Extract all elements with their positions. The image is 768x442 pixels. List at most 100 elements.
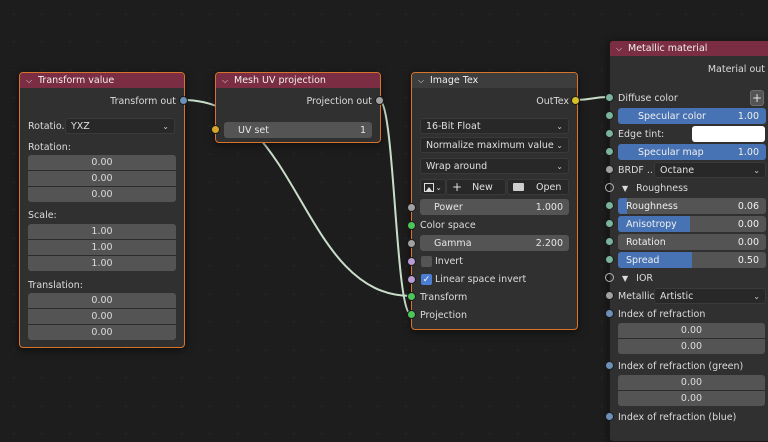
ior-green-label: Index of refraction (green) xyxy=(618,360,744,372)
output-label: Projection out xyxy=(306,95,372,107)
diffuse-color-socket[interactable] xyxy=(605,93,614,102)
translation-z-field[interactable]: 0.00 xyxy=(28,325,176,340)
metallic-socket[interactable] xyxy=(605,291,614,300)
projection-out-socket[interactable] xyxy=(375,96,384,105)
ior-field-1[interactable]: 0.00 xyxy=(618,323,765,339)
metallic-label: Metallic xyxy=(618,290,655,302)
gamma-socket[interactable] xyxy=(407,239,416,248)
rotation-fields: 0.00 0.00 0.00 xyxy=(28,155,176,202)
node-header[interactable]: ⌵ Image Tex xyxy=(412,73,577,88)
ior-field-2[interactable]: 0.00 xyxy=(618,339,765,354)
uv-set-field[interactable]: UV set 1 xyxy=(224,122,372,138)
new-image-button[interactable]: + New xyxy=(446,179,506,195)
caret-down-icon: ▼ xyxy=(622,183,629,193)
bit-depth-select[interactable]: 16-Bit Float ⌄ xyxy=(420,118,569,134)
output-label: Material out xyxy=(707,63,765,75)
specular-color-field[interactable]: Specular color 1.00 xyxy=(618,108,766,124)
uv-set-value: 1 xyxy=(359,124,366,136)
specular-map-socket[interactable] xyxy=(605,147,614,156)
node-header[interactable]: ⌵ Metallic material xyxy=(610,41,768,56)
open-image-button[interactable]: Open xyxy=(507,179,569,195)
image-tex-node[interactable]: ⌵ Image Tex OutTex 16-Bit Float ⌄ Normal… xyxy=(411,72,578,330)
roughness-section-socket[interactable] xyxy=(605,183,614,192)
metallic-material-node[interactable]: ⌵ Metallic material Material out Diffuse… xyxy=(609,40,768,442)
chevron-down-icon: ⌄ xyxy=(556,161,563,171)
power-field[interactable]: Power 1.000 xyxy=(420,199,569,215)
brdf-label: BRDF ... xyxy=(618,164,656,176)
spread-socket[interactable] xyxy=(605,255,614,264)
chevron-down-icon[interactable]: ⌵ xyxy=(26,76,34,86)
ior-socket[interactable] xyxy=(605,309,614,318)
node-title: Transform value xyxy=(38,75,115,86)
out-tex-socket[interactable] xyxy=(571,96,580,105)
ior-section-toggle[interactable]: ▼ IOR xyxy=(610,270,768,286)
wrap-mode-select[interactable]: Wrap around ⌄ xyxy=(420,158,569,174)
chevron-down-icon: ⌄ xyxy=(753,291,760,301)
color-space-socket[interactable] xyxy=(407,221,416,230)
scale-label: Scale: xyxy=(28,209,57,221)
diffuse-color-label: Diffuse color xyxy=(618,92,678,104)
chevron-down-icon[interactable]: ⌵ xyxy=(222,76,230,86)
scale-y-field[interactable]: 1.00 xyxy=(28,240,176,256)
specular-map-field[interactable]: Specular map 1.00 xyxy=(618,144,766,160)
chevron-down-icon[interactable]: ⌵ xyxy=(616,44,624,54)
scale-x-field[interactable]: 1.00 xyxy=(28,224,176,240)
caret-down-icon: ▼ xyxy=(622,273,629,283)
rotation-socket[interactable] xyxy=(605,237,614,246)
add-diffuse-button[interactable]: + xyxy=(750,90,764,106)
ior-green-field-2[interactable]: 0.00 xyxy=(618,391,765,406)
chevron-down-icon[interactable]: ⌵ xyxy=(418,76,426,86)
transform-socket[interactable] xyxy=(407,292,416,301)
node-header[interactable]: ⌵ Mesh UV projection xyxy=(216,73,380,88)
anisotropy-socket[interactable] xyxy=(605,219,614,228)
node-title: Image Tex xyxy=(430,75,479,86)
roughness-slider[interactable]: Roughness 0.06 xyxy=(618,198,766,214)
mesh-uv-projection-node[interactable]: ⌵ Mesh UV projection Projection out UV s… xyxy=(215,72,381,143)
node-title: Metallic material xyxy=(628,43,708,54)
ior-label: Index of refraction xyxy=(618,308,706,320)
ior-green-field-1[interactable]: 0.00 xyxy=(618,375,765,391)
projection-socket[interactable] xyxy=(407,310,416,319)
rotation-x-field[interactable]: 0.00 xyxy=(28,155,176,171)
transform-value-node[interactable]: ⌵ Transform value Transform out Rotatio.… xyxy=(19,72,185,348)
roughness-section-toggle[interactable]: ▼ Roughness xyxy=(610,180,768,196)
transform-input-label: Transform xyxy=(420,291,468,303)
ior-section-socket[interactable] xyxy=(605,273,614,282)
ior-blue-socket[interactable] xyxy=(605,412,614,421)
ior-fields: 0.00 0.00 xyxy=(618,323,765,354)
chevron-down-icon: ⌄ xyxy=(556,121,563,131)
brdf-select[interactable]: Octane ⌄ xyxy=(654,162,766,178)
brdf-socket[interactable] xyxy=(605,165,614,174)
ior-green-socket[interactable] xyxy=(605,361,614,370)
rotation-label: Rotation: xyxy=(28,141,71,153)
rotation-order-select[interactable]: YXZ ⌄ xyxy=(65,118,175,134)
specular-color-socket[interactable] xyxy=(605,111,614,120)
translation-x-field[interactable]: 0.00 xyxy=(28,293,176,309)
translation-y-field[interactable]: 0.00 xyxy=(28,309,176,325)
projection-input-label: Projection xyxy=(420,309,467,321)
invert-label: Invert xyxy=(435,255,463,267)
spread-slider[interactable]: Spread 0.50 xyxy=(618,252,766,268)
linear-space-invert-socket[interactable] xyxy=(407,275,416,284)
image-browse-button[interactable]: ⌄ xyxy=(420,179,446,195)
transform-out-socket[interactable] xyxy=(179,96,188,105)
scale-fields: 1.00 1.00 1.00 xyxy=(28,224,176,271)
normalize-select[interactable]: Normalize maximum value to 1.0 ⌄ xyxy=(420,137,569,153)
metallic-mode-select[interactable]: Artistic ⌄ xyxy=(654,288,766,304)
power-socket[interactable] xyxy=(407,203,416,212)
invert-socket[interactable] xyxy=(407,257,416,266)
node-header[interactable]: ⌵ Transform value xyxy=(20,73,184,88)
rotation-field[interactable]: Rotation 0.00 xyxy=(618,234,766,250)
rotation-y-field[interactable]: 0.00 xyxy=(28,171,176,187)
rotation-order-label: Rotatio... xyxy=(28,120,71,132)
edge-tint-socket[interactable] xyxy=(605,129,614,138)
gamma-field[interactable]: Gamma 2.200 xyxy=(420,235,569,251)
ior-green-fields: 0.00 0.00 xyxy=(618,375,765,406)
output-label: OutTex xyxy=(536,95,569,107)
uv-set-socket[interactable] xyxy=(211,125,220,134)
scale-z-field[interactable]: 1.00 xyxy=(28,256,176,271)
rotation-z-field[interactable]: 0.00 xyxy=(28,187,176,202)
roughness-socket[interactable] xyxy=(605,201,614,210)
edge-tint-swatch[interactable] xyxy=(692,126,765,142)
anisotropy-slider[interactable]: Anisotropy 0.00 xyxy=(618,216,766,232)
